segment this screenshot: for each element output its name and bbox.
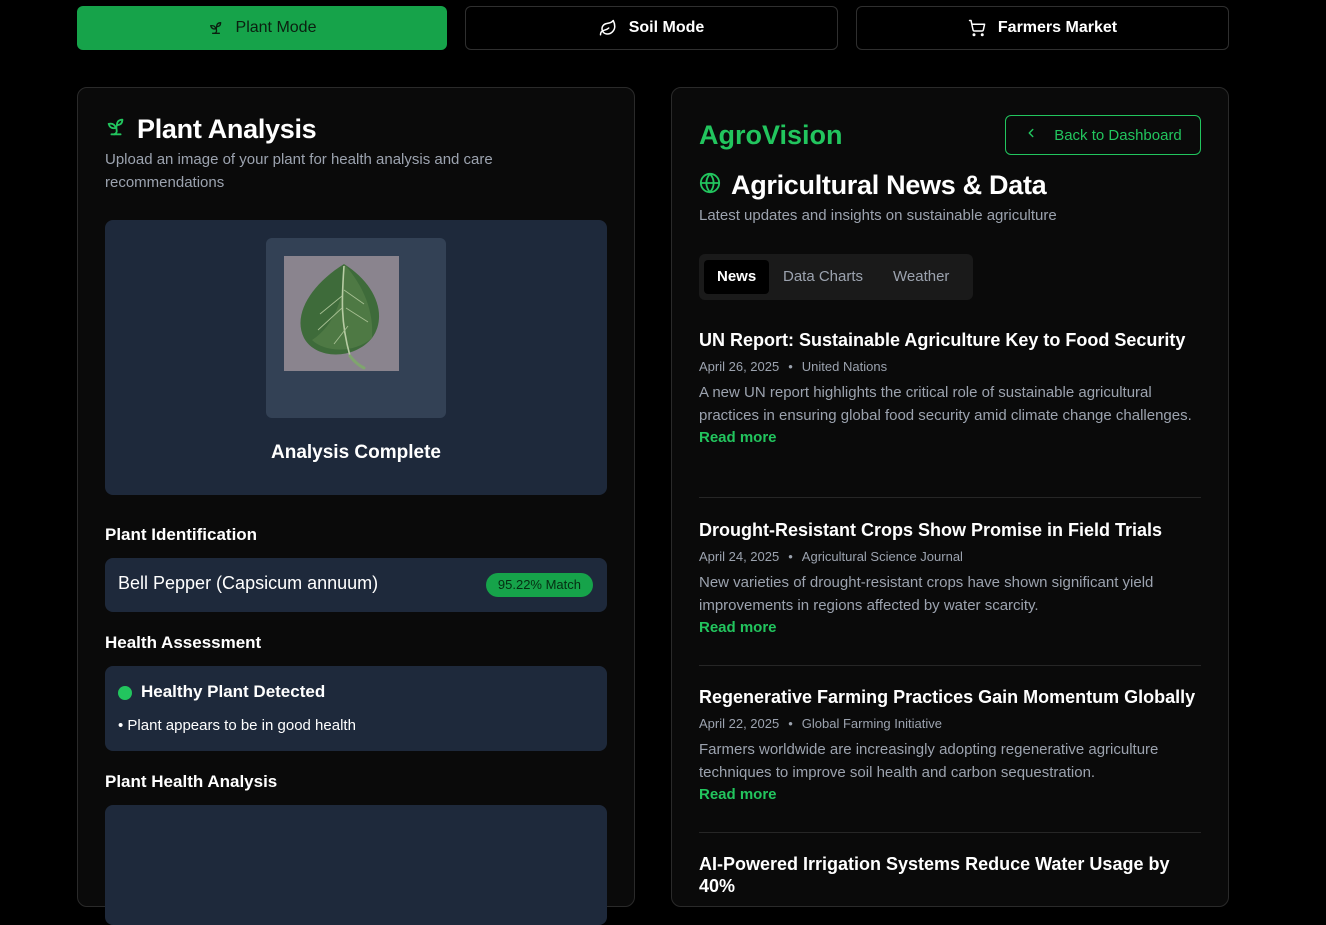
brand-logo: AgroVision [699, 120, 843, 150]
news-article: AI-Powered Irrigation Systems Reduce Wat… [699, 853, 1201, 897]
article-divider [699, 497, 1201, 498]
leaf-icon [599, 19, 617, 37]
soil-mode-label: Soil Mode [628, 19, 705, 36]
globe-icon [699, 172, 721, 199]
chevron-left-icon [1024, 126, 1038, 144]
health-assessment-result: Healthy Plant Detected • Plant appears t… [105, 666, 607, 751]
health-note: • Plant appears to be in good health [118, 717, 356, 734]
read-more-link[interactable]: Read more [699, 619, 1201, 636]
news-header: Agricultural News & Data [699, 170, 1047, 201]
article-summary: A new UN report highlights the critical … [699, 384, 1192, 424]
plant-analysis-header: Plant Analysis [105, 114, 317, 145]
plant-identification-heading: Plant Identification [105, 525, 258, 544]
news-title: Agricultural News & Data [731, 170, 1047, 200]
tab-weather[interactable]: Weather [893, 260, 949, 294]
read-more-link[interactable]: Read more [699, 786, 1201, 803]
health-status-dot [118, 686, 132, 700]
health-status: Healthy Plant Detected [141, 682, 326, 701]
article-summary: Farmers worldwide are increasingly adopt… [699, 741, 1159, 781]
plant-identification-result: Bell Pepper (Capsicum annuum) 95.22% Mat… [105, 558, 607, 612]
article-source: Agricultural Science Journal [801, 549, 963, 564]
news-article: Drought-Resistant Crops Show Promise in … [699, 519, 1201, 636]
sprout-icon [105, 116, 127, 143]
back-to-dashboard-button[interactable]: Back to Dashboard [1005, 115, 1201, 155]
article-meta: April 22, 2025 • Global Farming Initiative [699, 716, 942, 731]
news-tabs: News Data Charts Weather [699, 254, 973, 300]
article-date: April 26, 2025 [699, 359, 780, 374]
plant-mode-button[interactable]: Plant Mode [77, 6, 447, 50]
article-divider [699, 832, 1201, 833]
plant-health-analysis-heading: Plant Health Analysis [105, 772, 278, 791]
article-title[interactable]: Regenerative Farming Practices Gain Mome… [699, 686, 1201, 708]
plant-image [284, 256, 399, 371]
article-meta: April 24, 2025 • Agricultural Science Jour… [699, 549, 963, 564]
news-subtitle: Latest updates and insights on sustainab… [699, 207, 1057, 224]
plant-name: Bell Pepper (Capsicum annuum) [118, 573, 379, 593]
article-source: Global Farming Initiative [801, 716, 942, 731]
article-meta: April 26, 2025 • United Nations [699, 359, 888, 374]
plant-health-analysis-panel [105, 805, 607, 925]
article-title[interactable]: Drought-Resistant Crops Show Promise in … [699, 519, 1201, 541]
back-button-label: Back to Dashboard [1054, 126, 1182, 144]
plant-mode-label: Plant Mode [235, 19, 317, 36]
image-upload-area[interactable]: Analysis Complete [105, 220, 607, 495]
analysis-status: Analysis Complete [271, 442, 441, 463]
farmers-market-label: Farmers Market [997, 19, 1118, 36]
article-divider [699, 665, 1201, 666]
sprout-icon [208, 20, 224, 36]
match-badge: 95.22% Match [485, 573, 593, 597]
plant-analysis-card: Plant Analysis Upload an image of your p… [77, 87, 635, 925]
read-more-link[interactable]: Read more [699, 429, 1201, 446]
tab-news[interactable]: News [704, 260, 770, 294]
article-source: United Nations [801, 359, 888, 374]
news-article: UN Report: Sustainable Agriculture Key t… [699, 329, 1201, 446]
plant-analysis-subtitle: Upload an image of your plant for health… [105, 151, 493, 191]
news-card: AgroVision Back to Dashboard Agricultura… [671, 87, 1229, 907]
health-assessment-heading: Health Assessment [105, 633, 262, 652]
tab-data-charts[interactable]: Data Charts [783, 260, 863, 294]
page-title: Plant Analysis [137, 114, 317, 144]
news-article: Regenerative Farming Practices Gain Mome… [699, 686, 1201, 803]
image-preview-frame [266, 238, 446, 418]
farmers-market-button[interactable]: Farmers Market [856, 6, 1229, 50]
article-date: April 24, 2025 [699, 549, 780, 564]
article-title[interactable]: AI-Powered Irrigation Systems Reduce Wat… [699, 853, 1201, 897]
article-summary: New varieties of drought-resistant crops… [699, 574, 1154, 614]
soil-mode-button[interactable]: Soil Mode [465, 6, 838, 50]
shopping-cart-icon [968, 19, 986, 37]
article-date: April 22, 2025 [699, 716, 780, 731]
article-title[interactable]: UN Report: Sustainable Agriculture Key t… [699, 329, 1201, 351]
